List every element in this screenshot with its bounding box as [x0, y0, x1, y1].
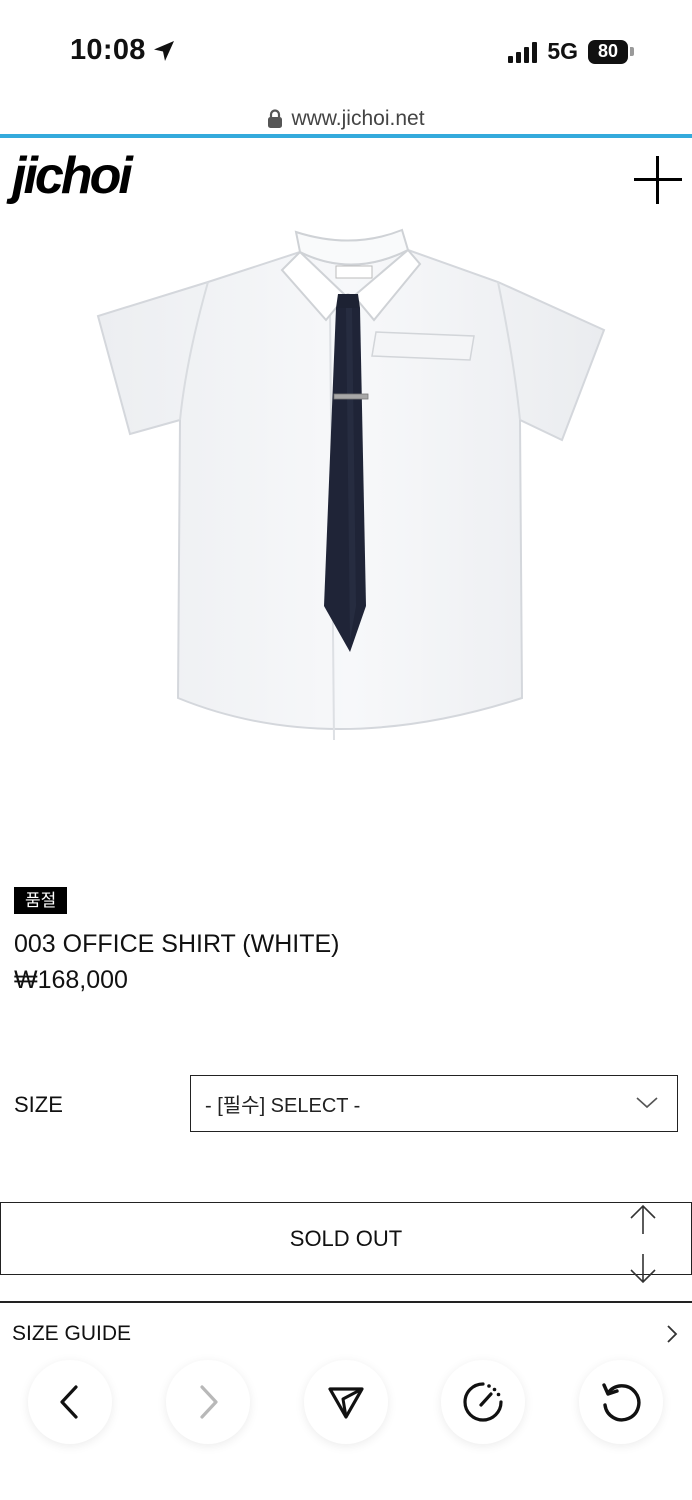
status-time-text: 10:08 [70, 34, 146, 66]
sold-out-button[interactable]: SOLD OUT [0, 1202, 692, 1275]
product-name: 003 OFFICE SHIRT (WHITE) [14, 930, 340, 958]
product-image [96, 228, 606, 741]
lock-icon [268, 109, 283, 128]
status-bar: 10:08 5G 80 [0, 0, 692, 100]
chevron-right-icon[interactable] [664, 1324, 680, 1344]
share-icon [328, 1387, 364, 1419]
sold-out-badge: 품절 [14, 887, 68, 914]
refresh-icon [602, 1383, 641, 1422]
status-indicators: 5G 80 [508, 38, 634, 65]
speed-dial-icon [463, 1382, 503, 1422]
status-time: 10:08 [70, 34, 176, 67]
location-arrow-icon [153, 40, 174, 61]
product-price: ₩168,000 [14, 966, 128, 994]
site-logo[interactable]: jichoi [12, 146, 133, 206]
back-button[interactable] [28, 1360, 112, 1444]
back-icon [60, 1385, 78, 1419]
address-bar[interactable]: www.jichoi.net [0, 104, 692, 134]
scroll-up-down-icon[interactable] [628, 1204, 658, 1286]
signal-icon [508, 41, 538, 63]
menu-plus-icon[interactable] [634, 156, 682, 204]
size-guide-link[interactable]: SIZE GUIDE [12, 1322, 131, 1346]
refresh-button[interactable] [579, 1360, 663, 1444]
speed-dial-button[interactable] [441, 1360, 525, 1444]
section-divider [0, 1301, 692, 1303]
size-select[interactable]: - [필수] SELECT - [190, 1075, 678, 1132]
forward-button[interactable] [166, 1360, 250, 1444]
share-button[interactable] [304, 1360, 388, 1444]
size-label: SIZE [14, 1092, 63, 1117]
forward-icon [200, 1385, 218, 1419]
chevron-down-icon [636, 1097, 658, 1109]
page-load-progress [0, 134, 692, 138]
battery-icon: 80 [588, 39, 634, 64]
size-select-value: - [필수] SELECT - [205, 1095, 361, 1117]
battery-level: 80 [588, 39, 628, 64]
url-text: www.jichoi.net [291, 107, 425, 130]
sold-out-label: SOLD OUT [289, 1225, 403, 1251]
network-type: 5G [547, 38, 578, 64]
